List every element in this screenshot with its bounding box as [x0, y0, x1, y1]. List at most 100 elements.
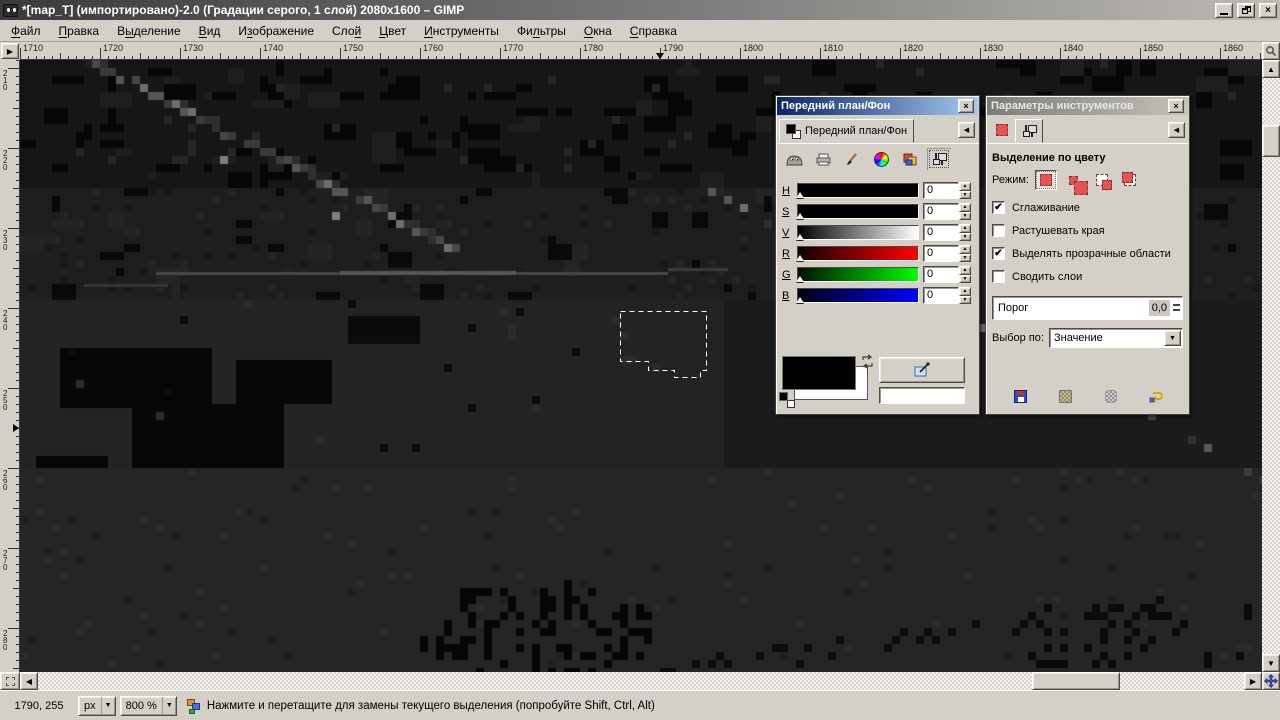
restore-button[interactable] [1237, 2, 1255, 18]
wilber-selector-tab[interactable] [782, 148, 806, 170]
scales-selector-tab[interactable] [927, 148, 951, 170]
spin-down-icon[interactable]: ▼ [959, 232, 971, 241]
checkbox[interactable] [992, 270, 1005, 283]
mode-subtract-button[interactable] [1090, 170, 1113, 190]
quick-mask-toggle[interactable] [0, 672, 20, 690]
swap-colors-icon[interactable] [860, 354, 875, 372]
watercolor-selector-tab[interactable] [840, 148, 864, 170]
channel-value-B[interactable]: 0 [923, 287, 959, 304]
zoom-select[interactable]: 800 % ▼ [119, 695, 177, 716]
close-button[interactable]: × [958, 99, 974, 113]
ruler-label: 280 [3, 629, 8, 652]
spin-down-icon[interactable]: ▼ [959, 295, 971, 304]
print-selector-tab[interactable] [811, 148, 835, 170]
scroll-down-button[interactable]: ▼ [1262, 654, 1280, 672]
tab-menu-button[interactable]: ◀ [958, 122, 975, 138]
close-button[interactable]: × [1168, 99, 1184, 113]
slider-knob[interactable] [796, 255, 804, 261]
html-notation-entry[interactable] [879, 387, 965, 404]
save-options-button[interactable] [1009, 386, 1033, 406]
menu-Файл[interactable]: Файл [2, 21, 50, 41]
slider-knob[interactable] [796, 234, 804, 240]
spin-down-icon[interactable]: ▼ [959, 253, 971, 262]
channel-slider-G[interactable] [796, 267, 919, 282]
vertical-scroll-thumb[interactable] [1262, 125, 1280, 157]
scroll-up-button[interactable]: ▲ [1262, 60, 1280, 78]
zoom-follow-window-button[interactable] [1262, 42, 1280, 60]
palette-selector-tab[interactable] [898, 148, 922, 170]
menu-Окна[interactable]: Окна [575, 21, 621, 41]
minimize-button[interactable] [1215, 2, 1233, 18]
menu-Выделение[interactable]: Выделение [108, 21, 190, 41]
select-by-dropdown[interactable]: Значение ▼ [1048, 328, 1183, 348]
menu-Цвет[interactable]: Цвет [370, 21, 415, 41]
threshold-spinner[interactable] [1173, 304, 1180, 312]
scroll-left-button[interactable]: ◀ [20, 672, 38, 690]
spin-up-icon[interactable]: ▲ [959, 182, 971, 191]
threshold-slider[interactable]: Порог 0,0 [992, 296, 1183, 320]
menu-Справка[interactable]: Справка [621, 21, 686, 41]
mode-replace-button[interactable] [1034, 170, 1057, 190]
slider-knob[interactable] [796, 192, 804, 198]
image-menu-button[interactable]: ▶ [1, 43, 19, 59]
triangle-selector-tab[interactable] [869, 148, 893, 170]
scroll-right-button[interactable]: ▶ [1244, 672, 1262, 690]
pick-color-button[interactable] [879, 357, 965, 383]
unit-select[interactable]: px ▼ [78, 695, 116, 716]
slider-knob[interactable] [796, 297, 804, 303]
vertical-scrollbar[interactable] [1262, 78, 1280, 654]
ruler-label: 220 [3, 149, 8, 172]
channel-value-S[interactable]: 0 [923, 203, 959, 220]
checkbox[interactable]: ✔ [992, 201, 1005, 214]
tab-select-by-color[interactable] [989, 117, 1015, 143]
menu-Фильтры[interactable]: Фильтры [508, 21, 575, 41]
channel-slider-B[interactable] [796, 288, 919, 303]
delete-options-button[interactable] [1099, 386, 1123, 406]
foreground-color-swatch[interactable] [782, 356, 856, 390]
spin-up-icon[interactable]: ▲ [959, 245, 971, 254]
channel-label: S [782, 205, 790, 218]
window-titlebar[interactable]: *[map_T] (импортировано)-2.0 (Градации с… [0, 0, 1280, 20]
mode-intersect-button[interactable] [1118, 170, 1141, 190]
menu-Вид[interactable]: Вид [190, 21, 230, 41]
color-dialog-titlebar[interactable]: Передний план/Фон × [777, 97, 978, 115]
tool-options-titlebar[interactable]: Параметры инструментов × [987, 97, 1188, 115]
slider-knob[interactable] [796, 276, 804, 282]
channel-value-G[interactable]: 0 [923, 266, 959, 283]
spin-up-icon[interactable]: ▲ [959, 203, 971, 212]
navigation-button[interactable] [1262, 672, 1280, 690]
slider-knob[interactable] [796, 213, 804, 219]
menu-Правка[interactable]: Правка [50, 21, 109, 41]
menu-Слой[interactable]: Слой [323, 21, 370, 41]
horizontal-scroll-thumb[interactable] [1032, 672, 1120, 690]
channel-value-V[interactable]: 0 [923, 224, 959, 241]
spin-up-icon[interactable]: ▲ [959, 287, 971, 296]
checkbox[interactable]: ✔ [992, 247, 1005, 260]
vertical-ruler[interactable]: 210 220 230 240 250 260 270 280 [0, 60, 20, 672]
spin-up-icon[interactable]: ▲ [959, 224, 971, 233]
channel-slider-R[interactable] [796, 246, 919, 261]
horizontal-ruler[interactable]: 1710 1720 1730 1740 1750 1760 1770 1780 1790 1800… [20, 42, 1262, 60]
tab-fg-bg-color[interactable]: Передний план/Фон [779, 119, 915, 143]
spin-up-icon[interactable]: ▲ [959, 266, 971, 275]
channel-slider-S[interactable] [796, 204, 919, 219]
channel-value-H[interactable]: 0 [923, 182, 959, 199]
checkbox[interactable] [992, 224, 1005, 237]
mode-add-button[interactable] [1062, 170, 1089, 195]
close-button[interactable]: × [1259, 2, 1277, 18]
default-colors-icon[interactable] [779, 392, 795, 408]
restore-options-button[interactable] [1054, 386, 1078, 406]
menu-Изображение[interactable]: Изображение [229, 21, 323, 41]
channel-slider-H[interactable] [796, 183, 919, 198]
chevron-down-icon: ▼ [161, 696, 176, 715]
menu-Инструменты[interactable]: Инструменты [415, 21, 508, 41]
channel-value-R[interactable]: 0 [923, 245, 959, 262]
color-selector-tabs [776, 144, 979, 172]
reset-options-button[interactable] [1144, 386, 1168, 406]
spin-down-icon[interactable]: ▼ [959, 190, 971, 199]
tab-tool-options[interactable] [1015, 119, 1043, 143]
spin-down-icon[interactable]: ▼ [959, 274, 971, 283]
channel-slider-V[interactable] [796, 225, 919, 240]
tab-menu-button[interactable]: ◀ [1168, 122, 1185, 138]
spin-down-icon[interactable]: ▼ [959, 211, 971, 220]
